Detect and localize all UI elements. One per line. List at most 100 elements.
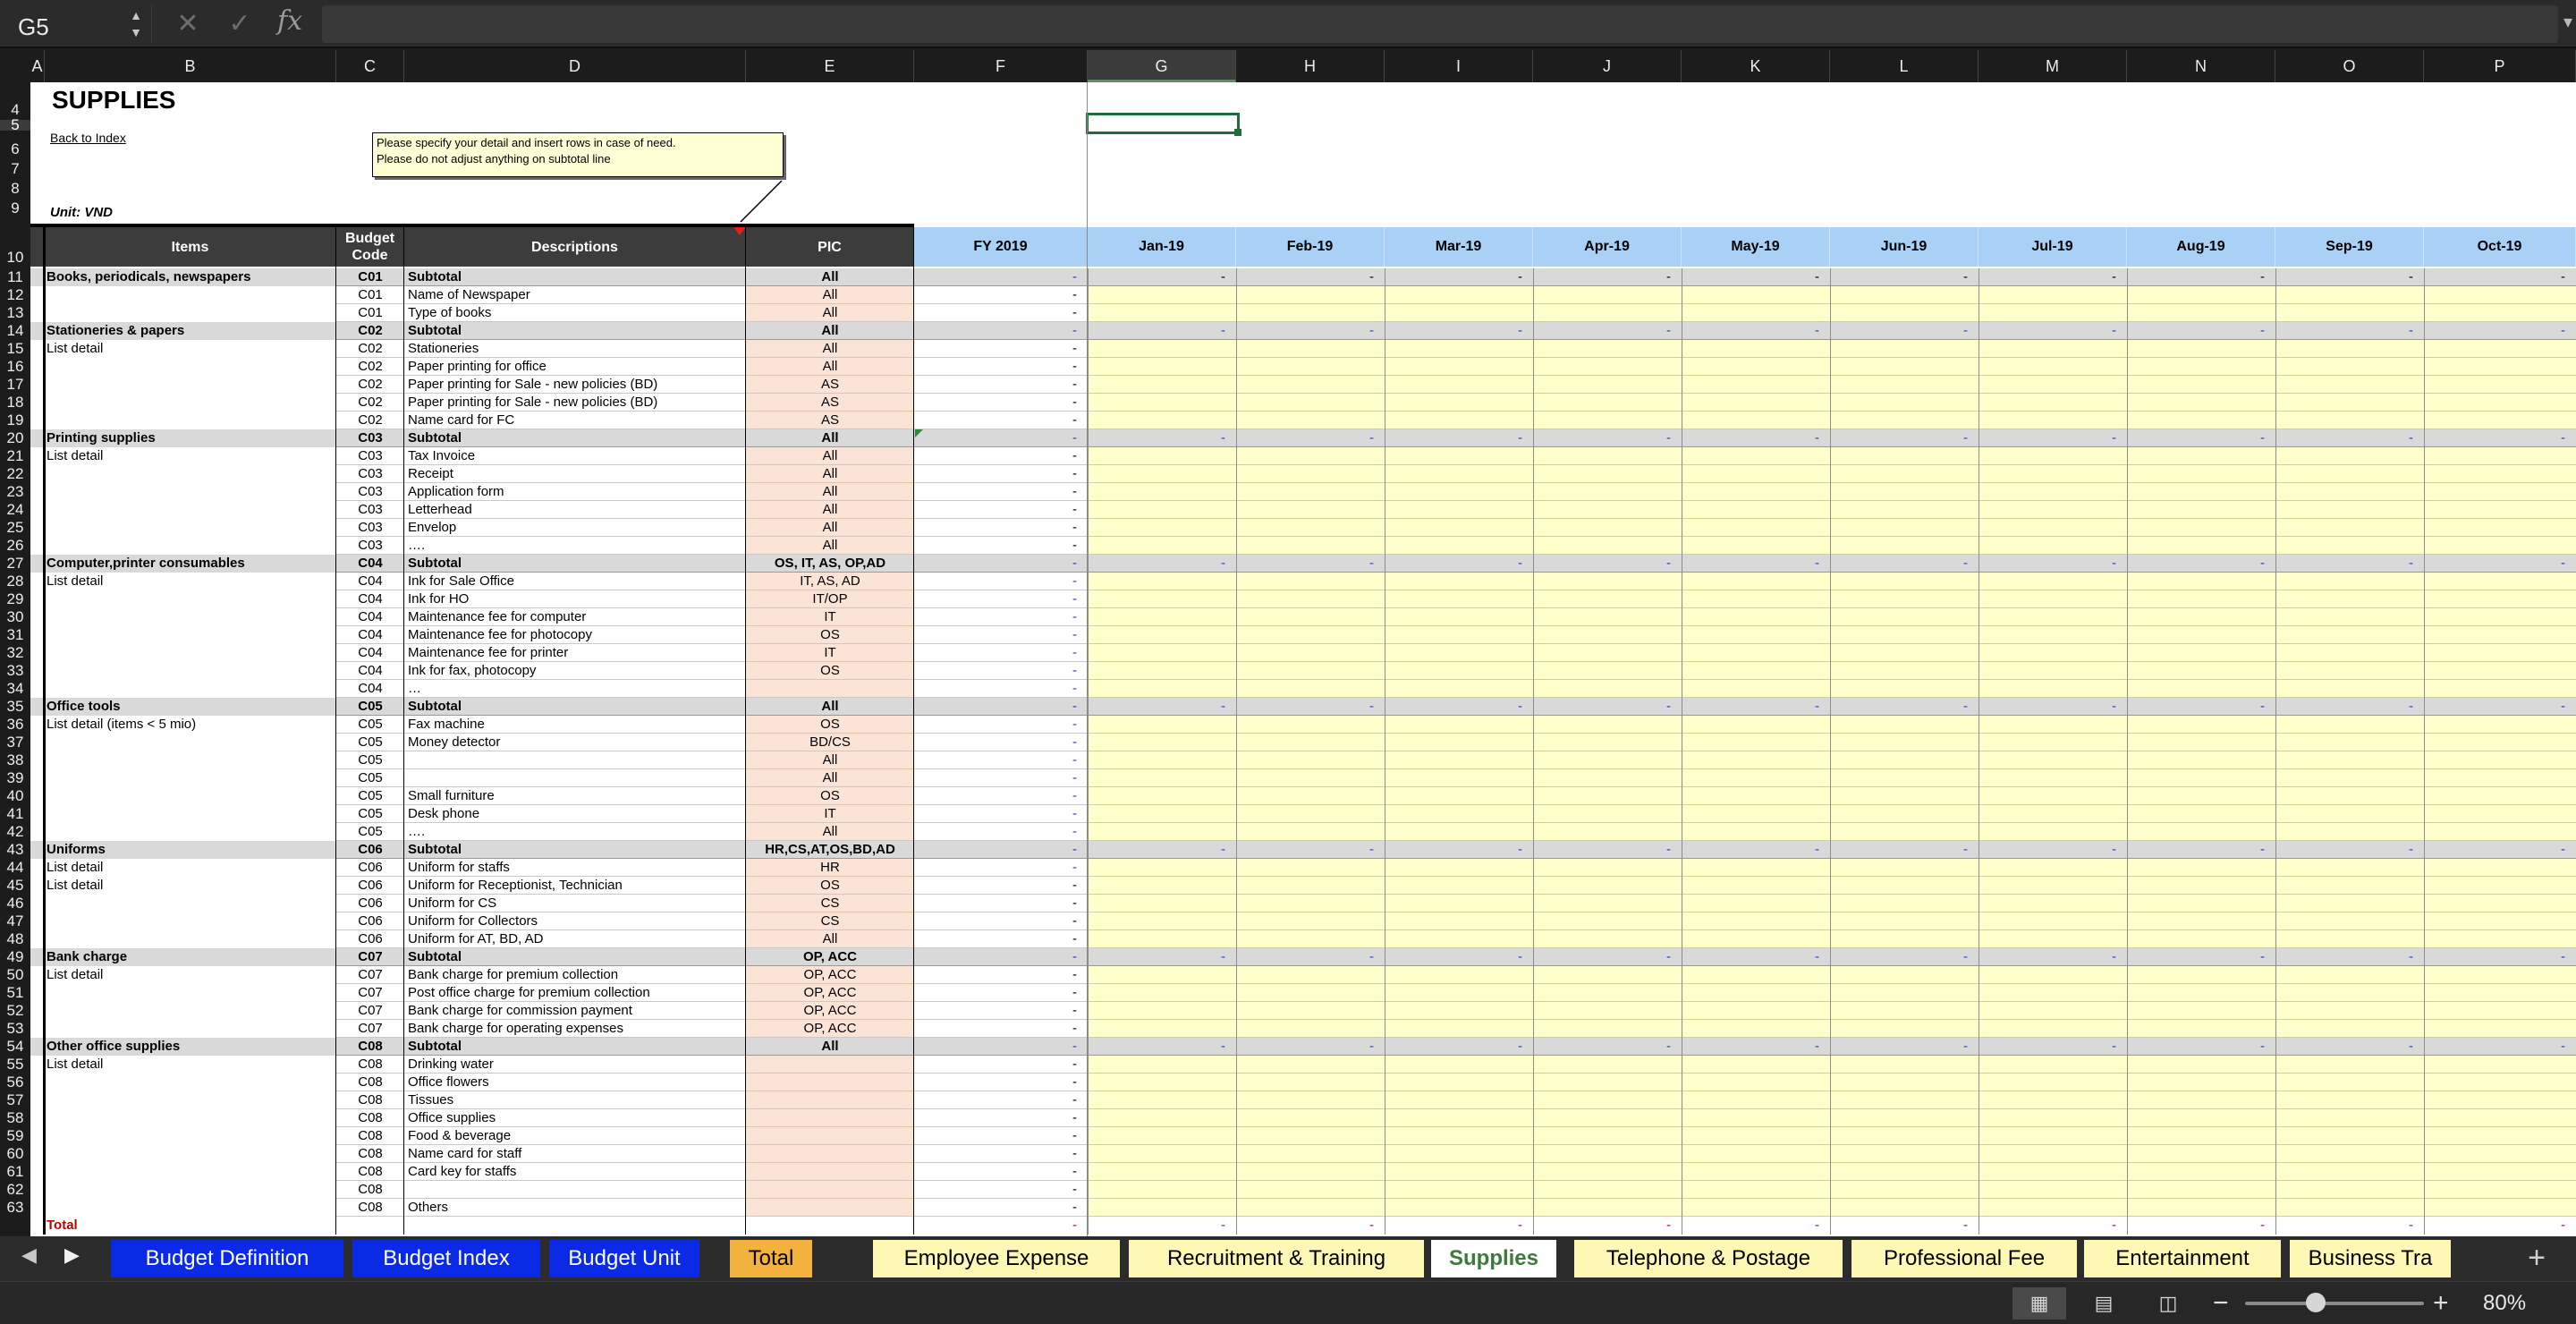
column-header-b[interactable]: B: [45, 50, 336, 82]
monthly-input-area[interactable]: [1088, 734, 2576, 751]
normal-view-icon[interactable]: ▦: [2012, 1287, 2066, 1320]
column-header-c[interactable]: C: [336, 50, 404, 82]
monthly-input-area[interactable]: [1088, 519, 2576, 537]
row-header-21[interactable]: 21: [0, 447, 30, 465]
row-header-54[interactable]: 54: [0, 1038, 30, 1056]
description[interactable]: Paper printing for Sale - new policies (…: [408, 394, 744, 412]
description[interactable]: Name card for staff: [408, 1145, 744, 1163]
row-header-42[interactable]: 42: [0, 823, 30, 841]
description[interactable]: Subtotal: [408, 948, 744, 966]
row-header-11[interactable]: 11: [0, 268, 30, 286]
row-header-22[interactable]: 22: [0, 465, 30, 483]
row-header-5[interactable]: 5: [0, 117, 30, 132]
description[interactable]: Money detector: [408, 734, 744, 751]
monthly-input-area[interactable]: [1088, 823, 2576, 841]
monthly-input-area[interactable]: [1088, 447, 2576, 465]
row-header-17[interactable]: 17: [0, 376, 30, 394]
zoom-in-icon[interactable]: +: [2433, 1287, 2449, 1320]
description[interactable]: Bank charge for operating expenses: [408, 1020, 744, 1038]
monthly-input-area[interactable]: [1088, 1074, 2576, 1091]
row-header-25[interactable]: 25: [0, 519, 30, 537]
zoom-slider-thumb[interactable]: [2306, 1293, 2326, 1312]
row-header-35[interactable]: 35: [0, 698, 30, 716]
description[interactable]: Fax machine: [408, 716, 744, 734]
monthly-input-area[interactable]: [1088, 608, 2576, 626]
monthly-input-area[interactable]: [1088, 465, 2576, 483]
active-cell-g5[interactable]: [1086, 113, 1240, 134]
row-header-13[interactable]: 13: [0, 304, 30, 322]
row-header-51[interactable]: 51: [0, 984, 30, 1002]
monthly-input-area[interactable]: [1088, 537, 2576, 555]
row-header-39[interactable]: 39: [0, 769, 30, 787]
row-header-57[interactable]: 57: [0, 1091, 30, 1109]
monthly-input-area[interactable]: [1088, 769, 2576, 787]
description[interactable]: Tissues: [408, 1091, 744, 1109]
row-header-24[interactable]: 24: [0, 501, 30, 519]
description[interactable]: Tax Invoice: [408, 447, 744, 465]
row-header-55[interactable]: 55: [0, 1056, 30, 1074]
description[interactable]: Paper printing for office: [408, 358, 744, 376]
description[interactable]: Paper printing for Sale - new policies (…: [408, 376, 744, 394]
monthly-input-area[interactable]: [1088, 984, 2576, 1002]
row-header-29[interactable]: 29: [0, 590, 30, 608]
name-box-spinner-icon[interactable]: ▲ ▼: [125, 7, 147, 41]
monthly-input-area[interactable]: [1088, 1109, 2576, 1127]
row-header-63[interactable]: 63: [0, 1199, 30, 1217]
tab-professional-fee[interactable]: Professional Fee: [1852, 1240, 2077, 1277]
description[interactable]: …: [408, 680, 744, 698]
monthly-input-area[interactable]: [1088, 1091, 2576, 1109]
row-header-41[interactable]: 41: [0, 805, 30, 823]
row-header-45[interactable]: 45: [0, 877, 30, 895]
row-header-30[interactable]: 30: [0, 608, 30, 626]
description[interactable]: Ink for Sale Office: [408, 573, 744, 590]
prev-sheet-icon[interactable]: ◀: [21, 1243, 37, 1267]
add-sheet-icon[interactable]: +: [2528, 1240, 2546, 1276]
row-header-37[interactable]: 37: [0, 734, 30, 751]
column-header-j[interactable]: J: [1533, 50, 1682, 82]
row-header-46[interactable]: 46: [0, 895, 30, 912]
row-header-14[interactable]: 14: [0, 322, 30, 340]
monthly-input-area[interactable]: [1088, 626, 2576, 644]
column-header-d[interactable]: D: [404, 50, 746, 82]
row-header-34[interactable]: 34: [0, 680, 30, 698]
description[interactable]: Application form: [408, 483, 744, 501]
description[interactable]: ….: [408, 537, 744, 555]
tab-supplies[interactable]: Supplies: [1431, 1240, 1556, 1277]
description[interactable]: Post office charge for premium collectio…: [408, 984, 744, 1002]
column-header-n[interactable]: N: [2127, 50, 2275, 82]
row-header-50[interactable]: 50: [0, 966, 30, 984]
column-header-m[interactable]: M: [1979, 50, 2127, 82]
monthly-input-area[interactable]: [1088, 412, 2576, 429]
row-header-27[interactable]: 27: [0, 555, 30, 573]
description[interactable]: Subtotal: [408, 1038, 744, 1056]
description[interactable]: Name card for FC: [408, 412, 744, 429]
description[interactable]: Uniform for AT, BD, AD: [408, 930, 744, 948]
row-header-26[interactable]: 26: [0, 537, 30, 555]
comment-indicator-icon[interactable]: [733, 227, 746, 235]
monthly-input-area[interactable]: [1088, 501, 2576, 519]
row-header-56[interactable]: 56: [0, 1074, 30, 1091]
column-header-p[interactable]: P: [2424, 50, 2576, 82]
row-header-31[interactable]: 31: [0, 626, 30, 644]
tab-telephone-postage[interactable]: Telephone & Postage: [1574, 1240, 1843, 1277]
description[interactable]: Office flowers: [408, 1074, 744, 1091]
monthly-input-area[interactable]: [1088, 376, 2576, 394]
monthly-input-area[interactable]: [1088, 716, 2576, 734]
monthly-input-area[interactable]: [1088, 895, 2576, 912]
monthly-input-area[interactable]: [1088, 573, 2576, 590]
description[interactable]: Subtotal: [408, 841, 744, 859]
row-header-19[interactable]: 19: [0, 412, 30, 429]
row-header-16[interactable]: 16: [0, 358, 30, 376]
next-sheet-icon[interactable]: ▶: [64, 1243, 80, 1267]
monthly-input-area[interactable]: [1088, 358, 2576, 376]
description[interactable]: Maintenance fee for photocopy: [408, 626, 744, 644]
tab-entertainment[interactable]: Entertainment: [2084, 1240, 2281, 1277]
description[interactable]: Uniform for staffs: [408, 859, 744, 877]
page-break-icon[interactable]: ◫: [2141, 1287, 2195, 1320]
description[interactable]: Drinking water: [408, 1056, 744, 1074]
row-header-48[interactable]: 48: [0, 930, 30, 948]
description[interactable]: Subtotal: [408, 322, 744, 340]
row-header-12[interactable]: 12: [0, 286, 30, 304]
row-header-64[interactable]: [0, 1217, 30, 1235]
row-header-7[interactable]: 7: [0, 159, 30, 179]
